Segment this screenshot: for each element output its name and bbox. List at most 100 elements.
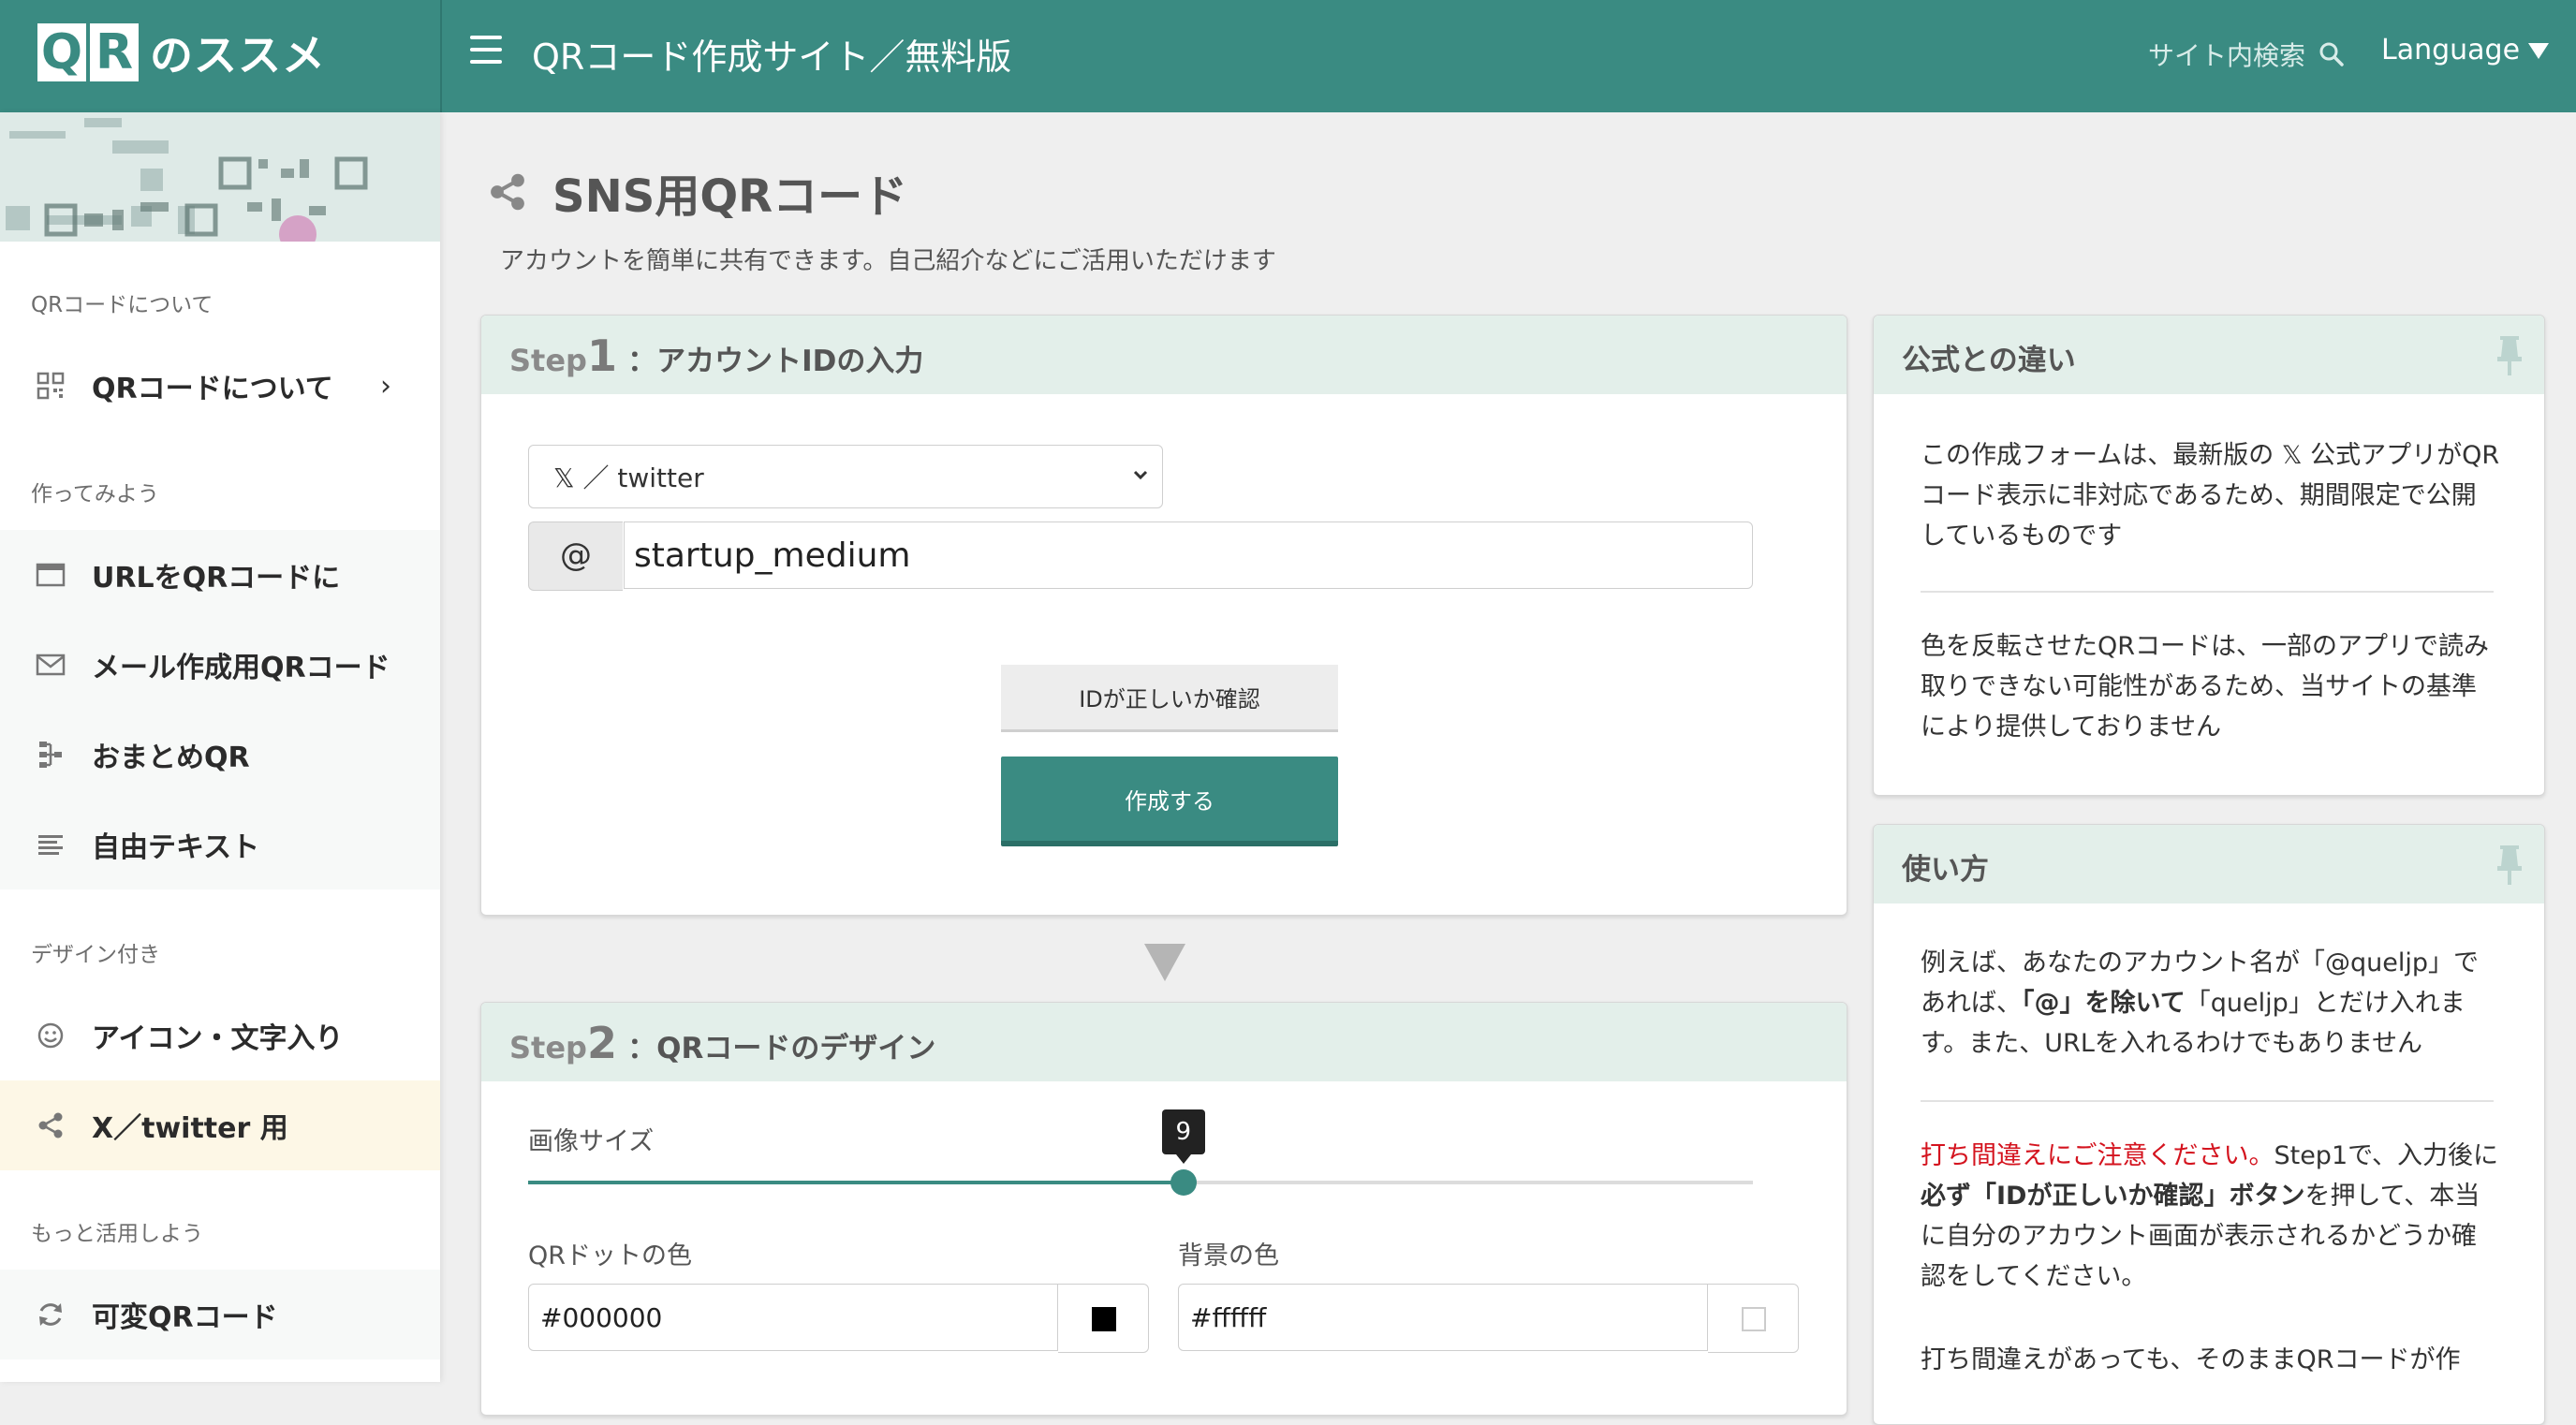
sidebar-item-about-qr[interactable]: QRコードについて › [0, 341, 440, 431]
sidebar-item-x-twitter[interactable]: X／twitter 用 [0, 1080, 440, 1170]
slider-fill [528, 1181, 1184, 1184]
header-divider [440, 0, 442, 112]
envelope-icon [36, 654, 66, 676]
slider-value-tooltip: 9 [1161, 1109, 1205, 1164]
step-word: Step [509, 1030, 587, 1065]
step2-title: QRコードのデザイン [656, 1032, 936, 1065]
step-separator: ： [627, 345, 657, 378]
dot-color-input[interactable] [528, 1284, 1058, 1351]
pin-icon [2497, 845, 2522, 885]
logo-q: Q [37, 23, 86, 81]
language-selector[interactable]: Language [2381, 34, 2550, 66]
image-size-label: 画像サイズ [528, 1127, 655, 1156]
language-label: Language [2381, 34, 2521, 66]
dot-color-label: QRドットの色 [528, 1241, 693, 1271]
site-search-label: サイト内検索 [2148, 40, 2306, 71]
sidebar: QRコードについて QRコードについて › 作ってみよう URLをQRコードに … [0, 112, 440, 1382]
site-logo[interactable]: Q R のススメ [37, 19, 326, 86]
create-button[interactable]: 作成する [1001, 757, 1338, 846]
sidebar-item-label: メール作成用QRコード [92, 652, 390, 684]
bg-color-input[interactable] [1178, 1284, 1708, 1351]
check-id-button[interactable]: IDが正しいか確認 [1001, 665, 1338, 732]
step1-header: Step1 ：アカウントIDの入力 [481, 316, 1847, 394]
step-separator: ： [627, 1032, 657, 1065]
logo-area[interactable]: Q R のススメ [0, 0, 440, 112]
sidebar-section-title: 作ってみよう [31, 482, 159, 507]
bold-text-run: 必ず「IDが正しいか確認」ボタン [1921, 1182, 2305, 1211]
howto-card: 使い方 例えば、あなたのアカウント名が「@queljp」であれば、「@」を除いて… [1873, 824, 2545, 1425]
howto-paragraph: 打ち間違えがあっても、そのままQRコードが作 [1921, 1345, 2461, 1374]
text-lines-icon [38, 835, 63, 855]
site-search-button[interactable]: サイト内検索 [2148, 36, 2345, 73]
dot-color-picker[interactable] [1058, 1284, 1149, 1353]
sidebar-item-mail-qr[interactable]: メール作成用QRコード [0, 620, 440, 710]
account-id-input[interactable] [624, 522, 1753, 589]
warning-text: 打ち間違えにご注意ください。 [1921, 1141, 2274, 1170]
step-word: Step [509, 343, 587, 378]
sidebar-item-label: おまとめQR [92, 742, 250, 774]
sidebar-item-label: 可変QRコード [92, 1301, 278, 1334]
howto-title: 使い方 [1902, 853, 1989, 887]
slider-thumb[interactable] [1170, 1169, 1197, 1196]
step-number: 2 [586, 1018, 617, 1068]
difference-card: 公式との違い この作成フォームは、最新版の 𝕏 公式アプリがQRコード表示に非対… [1873, 315, 2545, 796]
share-icon [38, 1112, 63, 1139]
service-select[interactable]: 𝕏 ／ twitter [528, 445, 1163, 508]
sidebar-item-label: アイコン・文字入り [92, 1022, 344, 1055]
page-subtitle: アカウントを簡単に共有できます。自己紹介などにご活用いただけます [500, 247, 1276, 275]
sidebar-item-bundle-qr[interactable]: おまとめQR [0, 710, 440, 800]
at-symbol-addon: @ [528, 522, 623, 591]
sidebar-item-icon-text-qr[interactable]: アイコン・文字入り [0, 991, 440, 1080]
sidebar-item-label: X／twitter 用 [92, 1112, 288, 1145]
sidebar-item-dynamic-qr[interactable]: 可変QRコード [0, 1270, 440, 1359]
page-title: SNS用QRコード [552, 170, 908, 223]
hamburger-menu-icon[interactable] [470, 36, 502, 64]
logo-text: のススメ [150, 30, 326, 81]
sidebar-item-url-qr[interactable]: URLをQRコードに [0, 530, 440, 620]
step2-header: Step2 ：QRコードのデザイン [481, 1003, 1847, 1081]
sidebar-section-title: デザイン付き [31, 943, 160, 967]
howto-paragraph: 例えば、あなたのアカウント名が「@queljp」であれば、「@」を除いて「que… [1921, 943, 2501, 1064]
chevron-down-icon [1133, 470, 1148, 480]
step-number: 1 [586, 331, 617, 381]
howto-header: 使い方 [1874, 825, 2544, 903]
bg-color-label: 背景の色 [1178, 1241, 1279, 1271]
smiley-icon [37, 1022, 64, 1049]
divider [1921, 1100, 2494, 1102]
browser-window-icon [36, 563, 66, 587]
site-title[interactable]: QRコード作成サイト／無料版 [532, 28, 1011, 80]
refresh-icon [39, 1303, 62, 1326]
pin-icon [2497, 336, 2522, 375]
step1-card: Step1 ：アカウントIDの入力 𝕏 ／ twitter @ IDが正しいか確… [480, 315, 1847, 916]
difference-header: 公式との違い [1874, 316, 2544, 394]
step2-card: Step2 ：QRコードのデザイン 画像サイズ 9 QRドットの色 背景の色 [480, 1002, 1847, 1416]
step1-label: Step1 ：アカウントIDの入力 [509, 331, 923, 381]
image-size-slider[interactable]: 9 [528, 1109, 1753, 1196]
divider [1921, 591, 2494, 593]
bold-text-run: 「@」を除いて [2022, 989, 2186, 1018]
step1-title: アカウントIDの入力 [656, 345, 924, 378]
sidebar-hero-image [0, 112, 440, 242]
sidebar-section-title: もっと活用しよう [31, 1222, 203, 1246]
howto-paragraph: 打ち間違えにご注意ください。Step1で、入力後に必ず「IDが正しいか確認」ボタ… [1921, 1136, 2501, 1297]
chevron-right-icon: › [380, 369, 391, 403]
step-arrow-down-icon [1144, 944, 1185, 981]
top-bar: Q R のススメ QRコード作成サイト／無料版 サイト内検索 Language [0, 0, 2576, 112]
sidebar-item-free-text[interactable]: 自由テキスト [0, 800, 440, 889]
page-heading: SNS用QRコード [487, 159, 907, 225]
sidebar-item-label: URLをQRコードに [92, 562, 341, 595]
search-icon [2319, 42, 2344, 66]
dot-color-swatch [1092, 1307, 1116, 1331]
tree-icon [39, 742, 62, 768]
sidebar-item-label: QRコードについて [92, 373, 333, 405]
sidebar-section-title: QRコードについて [31, 293, 213, 317]
difference-paragraph: この作成フォームは、最新版の 𝕏 公式アプリがQRコード表示に非対応であるため、… [1921, 441, 2500, 551]
text-run: Step1で、入力後に [2274, 1141, 2499, 1170]
step2-label: Step2 ：QRコードのデザイン [509, 1018, 935, 1068]
sidebar-item-label: 自由テキスト [92, 831, 260, 864]
bg-color-picker[interactable] [1708, 1284, 1799, 1353]
qr-icon [37, 372, 65, 400]
difference-title: 公式との違い [1902, 344, 2076, 377]
bg-color-swatch [1742, 1307, 1766, 1331]
service-select-value: 𝕏 ／ twitter [553, 463, 704, 493]
